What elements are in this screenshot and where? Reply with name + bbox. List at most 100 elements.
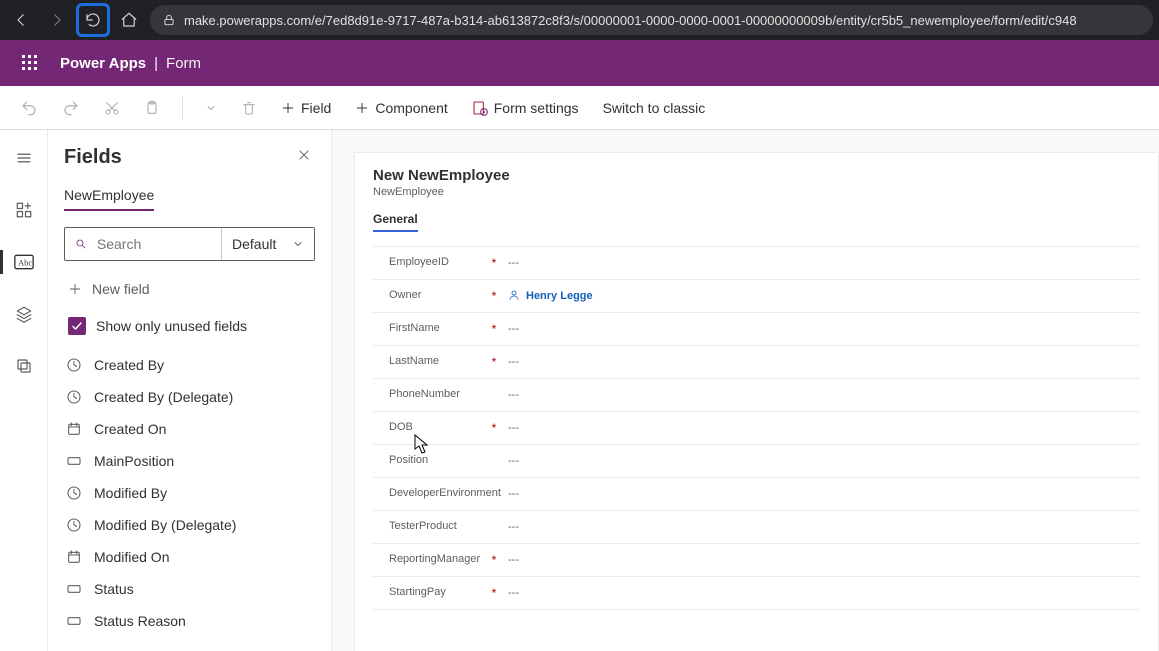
form-field-value[interactable]: --- [500, 257, 519, 269]
rail-tree[interactable] [0, 298, 48, 330]
clock-icon [64, 357, 84, 373]
field-value-empty: --- [508, 455, 519, 467]
form-field-row[interactable]: LastName*--- [373, 346, 1140, 379]
panel-title: Fields [64, 146, 122, 169]
delete-button[interactable] [237, 96, 261, 120]
switch-classic-button[interactable]: Switch to classic [599, 96, 710, 120]
form-field-row[interactable]: PhoneNumber --- [373, 379, 1140, 412]
cut-button[interactable] [100, 96, 124, 120]
form-field-label: LastName [373, 355, 488, 368]
form-field-value[interactable]: --- [500, 356, 519, 368]
form-canvas[interactable]: New NewEmployee NewEmployee General Empl… [354, 152, 1159, 651]
redo-button[interactable] [58, 95, 84, 121]
app-bar: Power Apps | Form [0, 40, 1159, 86]
form-field-row[interactable]: ReportingManager*--- [373, 544, 1140, 577]
form-field-label: DeveloperEnvironment [373, 487, 488, 500]
form-tab-general[interactable]: General [373, 212, 418, 232]
form-field-row[interactable]: FirstName*--- [373, 313, 1140, 346]
undo-button[interactable] [16, 95, 42, 121]
rail-fields[interactable]: Abc [0, 246, 48, 278]
field-list-item[interactable]: Modified By (Delegate) [64, 509, 315, 541]
browser-chrome: make.powerapps.com/e/7ed8d91e-9717-487a-… [0, 0, 1159, 40]
form-field-value[interactable]: --- [500, 389, 519, 401]
required-indicator: * [488, 256, 500, 270]
field-list-item[interactable]: Status [64, 573, 315, 605]
form-settings-label: Form settings [494, 100, 579, 116]
form-field-value[interactable]: --- [500, 488, 519, 500]
field-list-label: MainPosition [94, 453, 174, 469]
field-list-item[interactable]: Modified On [64, 541, 315, 573]
paste-menu-button[interactable] [201, 98, 221, 118]
owner-link[interactable]: Henry Legge [526, 290, 593, 302]
form-field-value[interactable]: --- [500, 554, 519, 566]
panel-close-button[interactable] [293, 144, 315, 171]
rail-library[interactable] [0, 350, 48, 382]
form-field-row[interactable]: TesterProduct--- [373, 511, 1140, 544]
field-list-label: Modified By [94, 485, 167, 501]
field-value-empty: --- [508, 521, 519, 533]
form-field-row[interactable]: EmployeeID* --- [373, 247, 1140, 280]
field-value-empty: --- [508, 257, 519, 269]
close-icon [297, 148, 311, 162]
show-unused-checkbox[interactable]: Show only unused fields [64, 313, 315, 339]
paste-button[interactable] [140, 96, 164, 120]
form-settings-button[interactable]: Form settings [468, 96, 583, 120]
entity-name[interactable]: NewEmployee [64, 187, 154, 211]
field-list-item[interactable]: Created By (Delegate) [64, 381, 315, 413]
field-list-item[interactable]: Created By [64, 349, 315, 381]
field-list-item[interactable]: MainPosition [64, 445, 315, 477]
form-field-row[interactable]: StartingPay*--- [373, 577, 1140, 610]
filter-dropdown[interactable]: Default [222, 228, 314, 260]
command-bar: Field Component Form settings Switch to … [0, 86, 1159, 130]
form-field-value[interactable]: --- [500, 323, 519, 335]
calendar-icon [64, 421, 84, 437]
app-launcher-button[interactable] [16, 49, 44, 77]
calendar-icon [64, 549, 84, 565]
form-field-value[interactable]: --- [500, 455, 519, 467]
form-field-value[interactable]: --- [500, 587, 519, 599]
plus-icon [355, 101, 369, 115]
field-value-empty: --- [508, 323, 519, 335]
browser-home-button[interactable] [114, 5, 144, 35]
checkbox-icon [68, 317, 86, 335]
hamburger-icon [15, 149, 33, 167]
rail-components[interactable] [0, 194, 48, 226]
rail-hamburger[interactable] [0, 142, 48, 174]
form-field-label: ReportingManager [373, 553, 488, 566]
browser-back-button[interactable] [6, 5, 36, 35]
required-indicator: * [488, 355, 500, 369]
search-icon [75, 237, 87, 251]
product-name: Power Apps [60, 55, 146, 72]
cut-icon [104, 100, 120, 116]
form-field-row[interactable]: Position--- [373, 445, 1140, 478]
form-field-value[interactable]: --- [500, 521, 519, 533]
form-field-label: StartingPay [373, 586, 488, 599]
form-field-value[interactable]: Henry Legge [500, 289, 593, 304]
form-subtitle: NewEmployee [373, 186, 1140, 198]
search-input[interactable] [95, 235, 211, 253]
grid-plus-icon [15, 201, 33, 219]
chevron-down-icon [205, 102, 217, 114]
browser-forward-button[interactable] [42, 5, 72, 35]
form-field-label: EmployeeID [373, 256, 488, 269]
add-field-button[interactable]: Field [277, 96, 335, 120]
add-field-label: Field [301, 100, 331, 116]
required-indicator: * [488, 553, 500, 567]
new-field-button[interactable]: New field [64, 275, 315, 303]
form-field-row[interactable]: DeveloperEnvironment --- [373, 478, 1140, 511]
field-list-item[interactable]: Status Reason [64, 605, 315, 637]
browser-reload-button[interactable] [78, 5, 108, 35]
form-field-value[interactable]: --- [500, 422, 519, 434]
form-field-row[interactable]: DOB*--- [373, 412, 1140, 445]
field-list-item[interactable]: Modified By [64, 477, 315, 509]
redo-icon [62, 99, 80, 117]
add-component-button[interactable]: Component [351, 96, 451, 120]
form-field-label: PhoneNumber [373, 388, 488, 401]
left-rail: Abc [0, 130, 48, 651]
browser-address-bar[interactable]: make.powerapps.com/e/7ed8d91e-9717-487a-… [150, 5, 1153, 35]
person-icon [508, 289, 520, 304]
form-field-row[interactable]: Owner*Henry Legge [373, 280, 1140, 313]
chevron-down-icon [292, 238, 304, 250]
search-box[interactable] [65, 228, 222, 260]
field-list-item[interactable]: Created On [64, 413, 315, 445]
